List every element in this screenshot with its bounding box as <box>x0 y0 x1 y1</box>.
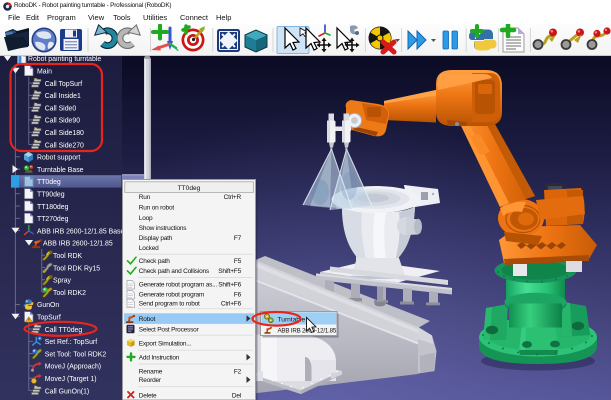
svg-text:Call TT0deg: Call TT0deg <box>45 327 83 334</box>
svg-text:Call GunOn(1): Call GunOn(1) <box>45 388 89 395</box>
svg-text:Send program to robot: Send program to robot <box>139 300 200 307</box>
svg-text:Set Ref.: TopSurf: Set Ref.: TopSurf <box>45 339 97 346</box>
svg-text:Call Side90: Call Side90 <box>45 118 80 125</box>
svg-text:Add Instruction: Add Instruction <box>139 355 180 362</box>
svg-text:Spray: Spray <box>53 278 72 285</box>
svg-text:Show instructions: Show instructions <box>139 225 187 232</box>
svg-text:Main: Main <box>37 69 52 76</box>
svg-text:Ctrl+R: Ctrl+R <box>224 194 242 201</box>
svg-text:Check path and Collisions: Check path and Collisions <box>139 268 210 275</box>
svg-text:Tool RDK: Tool RDK <box>53 253 83 260</box>
svg-text:F2: F2 <box>234 369 242 376</box>
svg-text:ABB IRB 2600-12/1.85: ABB IRB 2600-12/1.85 <box>43 241 113 248</box>
svg-text:Select Post Processor: Select Post Processor <box>139 327 200 334</box>
svg-text:TT0deg: TT0deg <box>37 179 61 186</box>
svg-text:Rename: Rename <box>139 369 163 376</box>
svg-text:Set Tool: Tool RDK2: Set Tool: Tool RDK2 <box>45 351 107 358</box>
svg-text:Check path: Check path <box>139 258 170 265</box>
svg-text:TopSurf: TopSurf <box>37 315 61 322</box>
svg-text:Shift+F5: Shift+F5 <box>218 268 241 275</box>
svg-text:Call Side270: Call Side270 <box>45 142 84 149</box>
svg-text:Generate robot program as...: Generate robot program as... <box>139 282 218 289</box>
svg-text:Reorder: Reorder <box>139 377 162 384</box>
svg-text:Robot: Robot <box>139 316 156 323</box>
svg-text:Export Simulation...: Export Simulation... <box>139 341 192 348</box>
svg-text:TT0deg: TT0deg <box>178 185 201 192</box>
svg-text:Turntable Base: Turntable Base <box>37 167 84 174</box>
svg-text:GunOn: GunOn <box>37 302 59 309</box>
svg-text:Loop: Loop <box>139 215 153 222</box>
svg-text:Call Side0: Call Side0 <box>45 105 77 112</box>
svg-text:Delete: Delete <box>139 393 157 400</box>
svg-text:Ctrl+F6: Ctrl+F6 <box>221 300 242 307</box>
svg-text:ABB IRB 2600-12/1.85 Base: ABB IRB 2600-12/1.85 Base <box>37 228 125 235</box>
svg-text:F6: F6 <box>234 292 242 299</box>
svg-text:Shift+F6: Shift+F6 <box>218 282 241 289</box>
svg-text:Robot painting turntable: Robot painting turntable <box>28 56 101 63</box>
svg-text:MoveJ (Target 1): MoveJ (Target 1) <box>45 376 97 383</box>
svg-text:Call Inside1: Call Inside1 <box>45 93 81 100</box>
svg-text:Locked: Locked <box>139 245 159 252</box>
svg-text:Call TopSurf: Call TopSurf <box>45 81 82 88</box>
svg-text:F7: F7 <box>234 235 242 242</box>
svg-text:Display path: Display path <box>139 235 173 242</box>
svg-text:TT180deg: TT180deg <box>37 204 69 211</box>
svg-text:Del: Del <box>232 393 242 400</box>
svg-text:Call Side180: Call Side180 <box>45 130 84 137</box>
svg-text:Run on robot: Run on robot <box>139 204 175 211</box>
svg-text:Tool RDK2: Tool RDK2 <box>53 290 86 297</box>
svg-text:F5: F5 <box>234 258 242 265</box>
svg-text:Generate robot program: Generate robot program <box>139 292 204 299</box>
svg-text:Robot support: Robot support <box>37 155 80 162</box>
svg-text:TT270deg: TT270deg <box>37 216 69 223</box>
svg-text:MoveJ (Approach): MoveJ (Approach) <box>45 364 101 371</box>
svg-text:Tool RDK Ry15: Tool RDK Ry15 <box>53 265 100 272</box>
svg-text:Run: Run <box>139 194 151 201</box>
svg-text:TT90deg: TT90deg <box>37 192 65 199</box>
